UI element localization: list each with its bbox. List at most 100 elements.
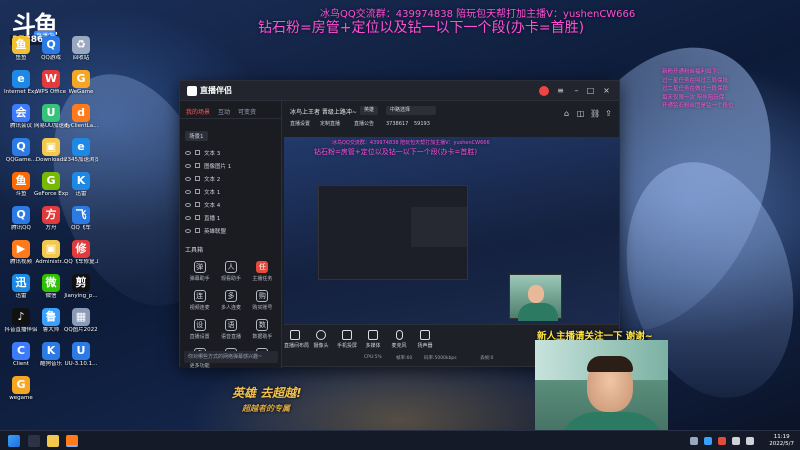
eye-icon[interactable] (185, 176, 191, 181)
desktop-icon[interactable]: 剪 Jianying_p... (64, 274, 98, 300)
desktop-icon[interactable]: 鱼斗鱼 (4, 172, 38, 198)
desktop-icon[interactable]: ♻ 回收站 (64, 36, 98, 62)
network-icon[interactable] (732, 437, 740, 445)
maximize-icon[interactable]: □ (586, 86, 595, 95)
tab-scene[interactable]: 我的场景 (186, 107, 210, 116)
phone-cast-button[interactable]: 手机投屏 (336, 330, 358, 349)
live-companion-window[interactable]: 直播伴侣 ≡ – □ × 我的场景 互动 可变资 场景1 文本 3 图像图片 1文… (179, 80, 620, 369)
desktop-icon[interactable]: 会腾讯会议 (4, 104, 38, 130)
eye-icon[interactable] (185, 202, 191, 207)
avatar[interactable] (539, 86, 549, 96)
live-companion-taskbar-icon[interactable] (66, 435, 78, 447)
gift-icon[interactable]: ⌂ (562, 109, 571, 118)
lock-icon[interactable] (195, 228, 200, 233)
tool-button[interactable]: 连视频连麦 (184, 290, 215, 311)
desktop-icon[interactable]: K 酷狗音乐 (34, 342, 68, 368)
desktop-icon[interactable]: 鱼鱼鱼 (4, 36, 38, 62)
eye-icon[interactable] (185, 189, 191, 194)
source-row[interactable]: 文本 4 (180, 198, 281, 211)
tab-assets[interactable]: 可变资 (238, 107, 256, 116)
desktop-icon[interactable]: GGeForce Experience (34, 172, 68, 198)
desktop-icon[interactable]: ♪ 抖音直播伴侣 (4, 308, 38, 334)
speaker-button[interactable]: 扬声器 (414, 330, 436, 349)
source-row[interactable]: 图像图片 1 (180, 159, 281, 172)
tray-app-icon[interactable] (704, 437, 712, 445)
explorer-icon[interactable] (47, 435, 59, 447)
tool-button[interactable]: 多多人连麦 (215, 290, 246, 311)
tool-button[interactable]: 购购买账号 (247, 290, 278, 311)
tray-douyu-icon[interactable] (718, 437, 726, 445)
tool-button[interactable]: 设直播设置 (184, 319, 215, 340)
search-icon[interactable] (28, 435, 40, 447)
stream-title[interactable]: 冰鸟上王者 晋级上路冲~ (290, 107, 357, 116)
lock-icon[interactable] (195, 189, 200, 194)
clock[interactable]: 11:19 2022/5/7 (769, 434, 794, 448)
desktop-icon[interactable]: Gwegame (4, 376, 38, 402)
desktop-icon[interactable]: C Client (4, 342, 38, 368)
volume-icon[interactable] (746, 437, 754, 445)
lock-icon[interactable] (195, 202, 200, 207)
lock-icon[interactable] (195, 150, 200, 155)
bottom-notice[interactable]: 你对哪些方式的网络弹幕感兴趣~ (184, 351, 278, 363)
lock-icon[interactable] (195, 176, 200, 181)
desktop-icon[interactable]: e2345加速浏览器 (64, 138, 98, 164)
eye-icon[interactable] (185, 215, 191, 220)
eye-icon[interactable] (185, 228, 191, 233)
source-row[interactable]: 文本 2 (180, 172, 281, 185)
desktop-icon[interactable]: ▦QQ图片20220507... (64, 308, 98, 334)
tab-interact[interactable]: 互动 (218, 107, 230, 116)
source-row[interactable]: 文本 3 (180, 146, 281, 159)
tool-button[interactable]: 人观看助手 (215, 261, 246, 282)
eye-icon[interactable] (185, 150, 191, 155)
desktop-icon[interactable]: 微微信 (34, 274, 68, 300)
eye-icon[interactable] (185, 163, 191, 168)
live-preview[interactable]: 冰鸟QQ交流群：439974838 陪玩包天帮打加主播V：yushenCW666… (284, 137, 619, 324)
desktop-icon[interactable]: eInternet Explorer (4, 70, 38, 96)
minimize-icon[interactable]: – (572, 86, 581, 95)
tool-button[interactable]: 任主播任务 (247, 261, 278, 282)
microphone-button[interactable]: 麦克风 (388, 330, 410, 349)
chat-icon[interactable]: ◫ (576, 109, 585, 118)
desktop-icon[interactable]: ▣ Downloads (34, 138, 68, 164)
desktop-icon[interactable]: Q QQGame... (4, 138, 38, 164)
desktop-icon[interactable]: K 迅雷 (64, 172, 98, 198)
source-row[interactable]: 英雄联盟 (180, 224, 281, 237)
preview-title-text: 钻石粉=房管+定位以及钻一以下一个段(办卡=首胜) (314, 148, 478, 156)
desktop-icon[interactable]: ▶ 腾讯视频 (4, 240, 38, 266)
meta-tag-1[interactable]: 直播设置 (290, 120, 310, 129)
desktop-icon[interactable]: 方方舟 (34, 206, 68, 232)
desktop-icon[interactable]: Q 腾讯QQ (4, 206, 38, 232)
lock-icon[interactable] (195, 215, 200, 220)
desktop-icon[interactable]: 飞 QQ飞车 (64, 206, 98, 232)
desktop-icon[interactable]: G WeGame (64, 70, 98, 96)
meta-tag-3[interactable]: 直播公告 (354, 120, 374, 129)
desktop-icon[interactable]: 鲁鲁大师 (34, 308, 68, 334)
link-icon[interactable]: ⛓ (590, 109, 600, 118)
lock-icon[interactable] (195, 163, 200, 168)
category-pill[interactable]: 英雄 (360, 106, 379, 115)
layout-button[interactable]: 直播间布局 (284, 330, 309, 349)
share-icon[interactable]: ⇪ (604, 109, 613, 118)
meta-tag-2[interactable]: 定制直播 (320, 120, 340, 129)
desktop-icon[interactable]: U UU-3.10.1... (64, 342, 98, 368)
category-value[interactable]: 中路选择 (386, 106, 436, 115)
desktop-icon[interactable]: U 网易UU加速器 (34, 104, 68, 130)
desktop-icon[interactable]: ▣ Administr... (34, 240, 68, 266)
tool-button[interactable]: 弹弹幕助手 (184, 261, 215, 282)
source-row[interactable]: 文本 1 (180, 185, 281, 198)
camera-button[interactable]: 摄像头 (310, 330, 332, 349)
desktop-icon[interactable]: 修QQ飞车修复工具 (64, 240, 98, 266)
tray-arrow-icon[interactable] (690, 437, 698, 445)
start-icon[interactable] (8, 435, 20, 447)
media-button[interactable]: 多媒体 (362, 330, 384, 349)
tool-button[interactable]: 数数据助手 (247, 319, 278, 340)
close-icon[interactable]: × (602, 86, 611, 95)
scene-chip[interactable]: 场景1 (185, 131, 208, 141)
menu-icon[interactable]: ≡ (556, 86, 565, 95)
desktop-icon[interactable]: d dyClientLa... (64, 104, 98, 130)
desktop-icon[interactable]: W WPS Office (34, 70, 68, 96)
desktop-icon[interactable]: 迅迅雷 (4, 274, 38, 300)
source-row[interactable]: 直播 1 (180, 211, 281, 224)
desktop-icon[interactable]: Q QQ游戏 (34, 36, 68, 62)
tool-button[interactable]: 语语音直播 (215, 319, 246, 340)
